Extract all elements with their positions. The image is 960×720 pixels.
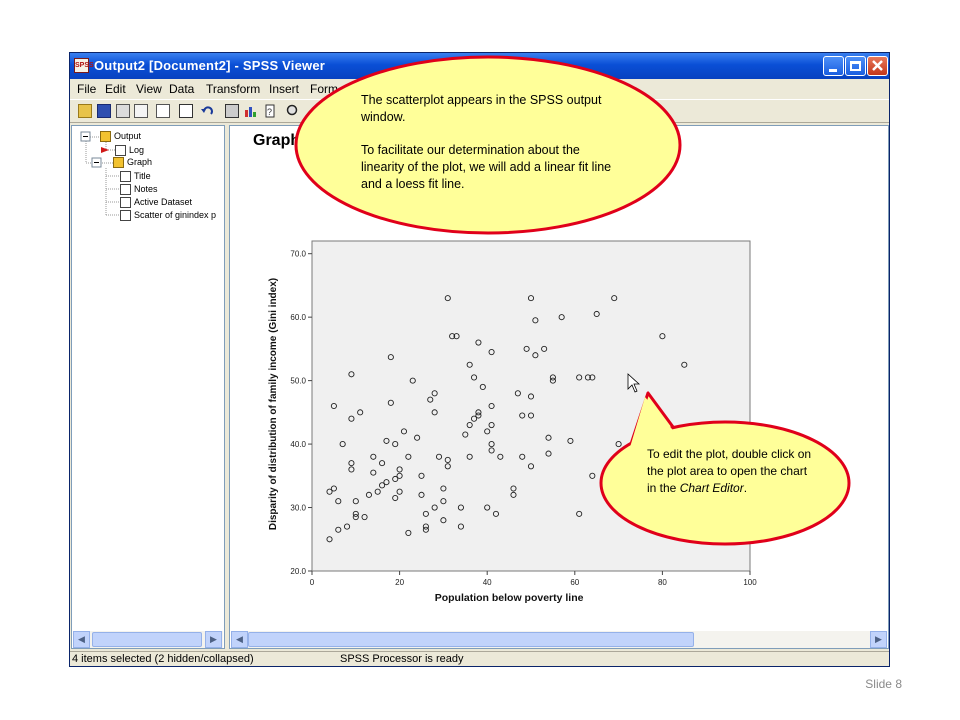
tree-item-notes[interactable]: Notes — [134, 184, 158, 194]
tree-item-graph[interactable]: Graph — [127, 157, 152, 167]
menu-data[interactable]: Data — [169, 82, 194, 96]
scroll-left-icon[interactable]: ◀ — [73, 631, 90, 648]
output-folder-icon — [100, 131, 111, 142]
top-callout-line1: The scatterplot appears in the SPSS outp… — [361, 93, 602, 124]
scatter-chart-icon — [120, 210, 131, 221]
log-icon — [115, 145, 126, 156]
notes-icon — [120, 184, 131, 195]
y-tick-label: 30.0 — [290, 504, 306, 513]
status-bar: 4 items selected (2 hidden/collapsed) SP… — [70, 651, 889, 666]
plot-area — [311, 240, 751, 572]
bottom-callout-tail-text: . — [743, 481, 748, 495]
tree-item-title[interactable]: Title — [134, 171, 151, 181]
x-tick-label: 80 — [658, 578, 667, 587]
content-scroll-right-icon[interactable]: ▶ — [870, 631, 887, 648]
y-tick-label: 60.0 — [290, 313, 306, 322]
spss-app-icon: SPSS — [74, 58, 94, 73]
save-icon[interactable] — [97, 104, 111, 118]
close-button[interactable] — [867, 56, 888, 76]
y-tick-label: 70.0 — [290, 250, 306, 259]
window-title: Output2 [Document2] - SPSS Viewer — [94, 58, 326, 73]
content-scroll-thumb[interactable] — [248, 632, 694, 647]
top-callout-line2: To facilitate our determination about th… — [361, 143, 612, 191]
top-callout-text: The scatterplot appears in the SPSS outp… — [361, 92, 621, 193]
open-icon[interactable] — [78, 104, 92, 118]
y-axis-title: Disparity of distribution of family inco… — [268, 278, 279, 530]
close-icon — [872, 60, 883, 71]
bottom-callout-text: To edit the plot, double click on the pl… — [647, 446, 812, 497]
dataset-icon — [120, 197, 131, 208]
menu-insert[interactable]: Insert — [269, 82, 299, 96]
scroll-thumb[interactable] — [92, 632, 202, 647]
recall-dialog-icon[interactable] — [179, 104, 193, 118]
y-tick-label: 40.0 — [290, 440, 306, 449]
minimize-icon — [829, 69, 837, 72]
content-scroll-left-icon[interactable]: ◀ — [231, 631, 248, 648]
print-preview-icon[interactable] — [134, 104, 148, 118]
minimize-button[interactable] — [823, 56, 844, 76]
scroll-right-icon[interactable]: ▶ — [205, 631, 222, 648]
status-processor: SPSS Processor is ready — [340, 653, 464, 665]
tree-item-active-dataset[interactable]: Active Dataset — [134, 197, 192, 207]
bottom-callout-emph: Chart Editor — [679, 481, 744, 495]
chart-icon[interactable] — [244, 104, 258, 118]
x-tick-label: 60 — [570, 578, 579, 587]
y-tick-label: 20.0 — [290, 567, 306, 576]
tree-item-output[interactable]: Output — [114, 131, 141, 141]
svg-text:?: ? — [267, 107, 272, 117]
undo-icon[interactable] — [201, 104, 215, 118]
content-horizontal-scrollbar[interactable]: ◀ ▶ — [231, 631, 887, 648]
title-bar: SPSS Output2 [Document2] - SPSS Viewer — [70, 53, 889, 79]
x-axis-title: Population below poverty line — [435, 592, 584, 604]
export-icon[interactable] — [156, 104, 170, 118]
tree-item-log[interactable]: Log — [129, 145, 144, 155]
x-tick-label: 40 — [483, 578, 492, 587]
menu-file[interactable]: File — [77, 82, 96, 96]
maximize-button[interactable] — [845, 56, 866, 76]
graph-folder-icon — [113, 157, 124, 168]
x-tick-label: 100 — [743, 578, 757, 587]
y-tick-label: 50.0 — [290, 377, 306, 386]
goto-data-icon[interactable] — [225, 104, 239, 118]
scatter-plot[interactable]: 20.0 30.0 40.0 50.0 60.0 70.0 0 20 40 60 80 100 Popu… — [260, 236, 760, 636]
variables-icon[interactable]: ? — [264, 104, 278, 118]
tree-item-scatter[interactable]: Scatter of ginindex p — [134, 210, 216, 220]
print-icon[interactable] — [116, 104, 130, 118]
menu-format[interactable]: Form — [310, 82, 338, 96]
tree-horizontal-scrollbar[interactable]: ◀ ▶ — [73, 631, 223, 648]
status-selection: 4 items selected (2 hidden/collapsed) — [72, 653, 254, 665]
title-icon — [120, 171, 131, 182]
menu-edit[interactable]: Edit — [105, 82, 126, 96]
outline-tree-pane[interactable]: Output Log Graph Title Notes Active Data… — [71, 125, 225, 649]
find-icon[interactable] — [286, 104, 300, 118]
slide-number: Slide 8 — [865, 677, 902, 691]
x-tick-label: 0 — [310, 578, 315, 587]
x-tick-label: 20 — [395, 578, 404, 587]
menu-transform[interactable]: Transform — [206, 82, 260, 96]
menu-view[interactable]: View — [136, 82, 162, 96]
output-content-pane[interactable]: Graph 20.0 30.0 40.0 50.0 60.0 70.0 0 20 40 60 80 1… — [229, 125, 889, 649]
maximize-icon — [850, 61, 861, 71]
content-heading: Graph — [253, 132, 301, 149]
